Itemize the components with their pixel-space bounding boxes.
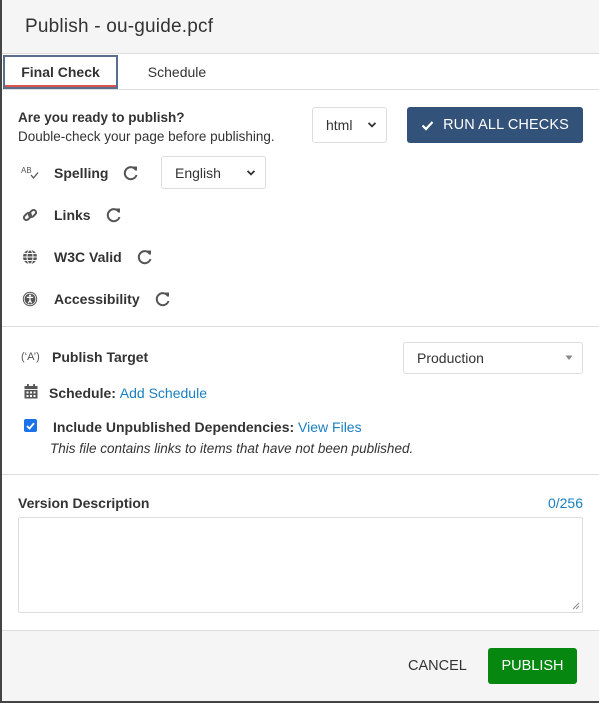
check-spelling: AB Spelling: [20, 161, 140, 185]
version-description-label: Version Description: [18, 495, 150, 511]
include-dependencies-checkbox[interactable]: [24, 419, 37, 432]
refresh-icon[interactable]: [154, 290, 172, 308]
run-all-checks-label: RUN ALL CHECKS: [443, 117, 569, 133]
check-w3c: W3C Valid: [20, 245, 154, 269]
dialog-title: Publish - ou-guide.pcf: [25, 15, 214, 37]
publish-target-label: Publish Target: [52, 349, 149, 365]
globe-icon: [20, 247, 40, 267]
language-select[interactable]: English: [161, 156, 266, 189]
caret-down-icon: [565, 355, 573, 360]
dependencies-label: Include Unpublished Dependencies:: [53, 419, 295, 435]
tab-final-check[interactable]: Final Check: [3, 55, 118, 89]
view-files-link[interactable]: View Files: [298, 419, 362, 435]
check-links: Links: [20, 203, 123, 227]
svg-text:(‘A’): (‘A’): [21, 351, 40, 363]
resize-grip-icon[interactable]: [572, 602, 580, 610]
add-schedule-link[interactable]: Add Schedule: [120, 385, 207, 401]
check-label: Accessibility: [54, 291, 140, 307]
tab-schedule[interactable]: Schedule: [118, 54, 236, 89]
broadcast-icon: (‘A’): [21, 351, 40, 363]
spellcheck-icon: AB: [20, 163, 40, 183]
schedule-label: Schedule:: [49, 385, 116, 401]
publish-options: (‘A’) Publish Target Production Schedule…: [2, 327, 599, 475]
refresh-icon[interactable]: [136, 248, 154, 266]
output-select[interactable]: html: [312, 107, 387, 143]
check-accessibility: Accessibility: [20, 287, 172, 311]
ready-heading: Are you ready to publish?: [18, 110, 185, 125]
final-check-panel: Are you ready to publish? Double-check y…: [2, 90, 599, 327]
dependencies-note: This file contains links to items that h…: [50, 441, 414, 456]
dialog-footer: CANCEL PUBLISH: [2, 630, 599, 701]
accessibility-icon: [20, 289, 40, 309]
checkmark-icon: [26, 422, 35, 430]
check-label: W3C Valid: [54, 249, 122, 265]
chevron-down-icon: [367, 122, 377, 128]
chevron-down-icon: [246, 169, 256, 176]
link-icon: [20, 205, 40, 225]
cancel-button[interactable]: CANCEL: [408, 648, 467, 684]
publish-button[interactable]: PUBLISH: [488, 648, 577, 684]
svg-text:AB: AB: [21, 166, 32, 175]
dialog-header: Publish - ou-guide.pcf: [2, 0, 599, 54]
ready-subheading: Double-check your page before publishing…: [18, 129, 275, 144]
publish-target-select[interactable]: Production: [403, 342, 583, 374]
publish-target-value: Production: [417, 350, 484, 366]
calendar-icon: [24, 384, 38, 399]
refresh-icon[interactable]: [105, 206, 123, 224]
refresh-icon[interactable]: [122, 164, 140, 182]
check-label: Spelling: [54, 165, 109, 181]
version-section: Version Description 0/256: [2, 475, 599, 632]
tab-bar: Final Check Schedule: [2, 54, 599, 90]
schedule-row: Schedule: Add Schedule: [49, 385, 207, 401]
language-select-value: English: [175, 164, 221, 181]
version-description-input[interactable]: [18, 517, 583, 613]
run-all-checks-button[interactable]: RUN ALL CHECKS: [407, 107, 583, 143]
check-icon: [421, 120, 434, 131]
output-select-value: html: [326, 117, 353, 133]
character-count: 0/256: [547, 495, 583, 511]
check-label: Links: [54, 207, 91, 223]
publish-dialog: Publish - ou-guide.pcf Final Check Sched…: [0, 0, 599, 703]
dependencies-row: Include Unpublished Dependencies: View F…: [53, 419, 362, 435]
